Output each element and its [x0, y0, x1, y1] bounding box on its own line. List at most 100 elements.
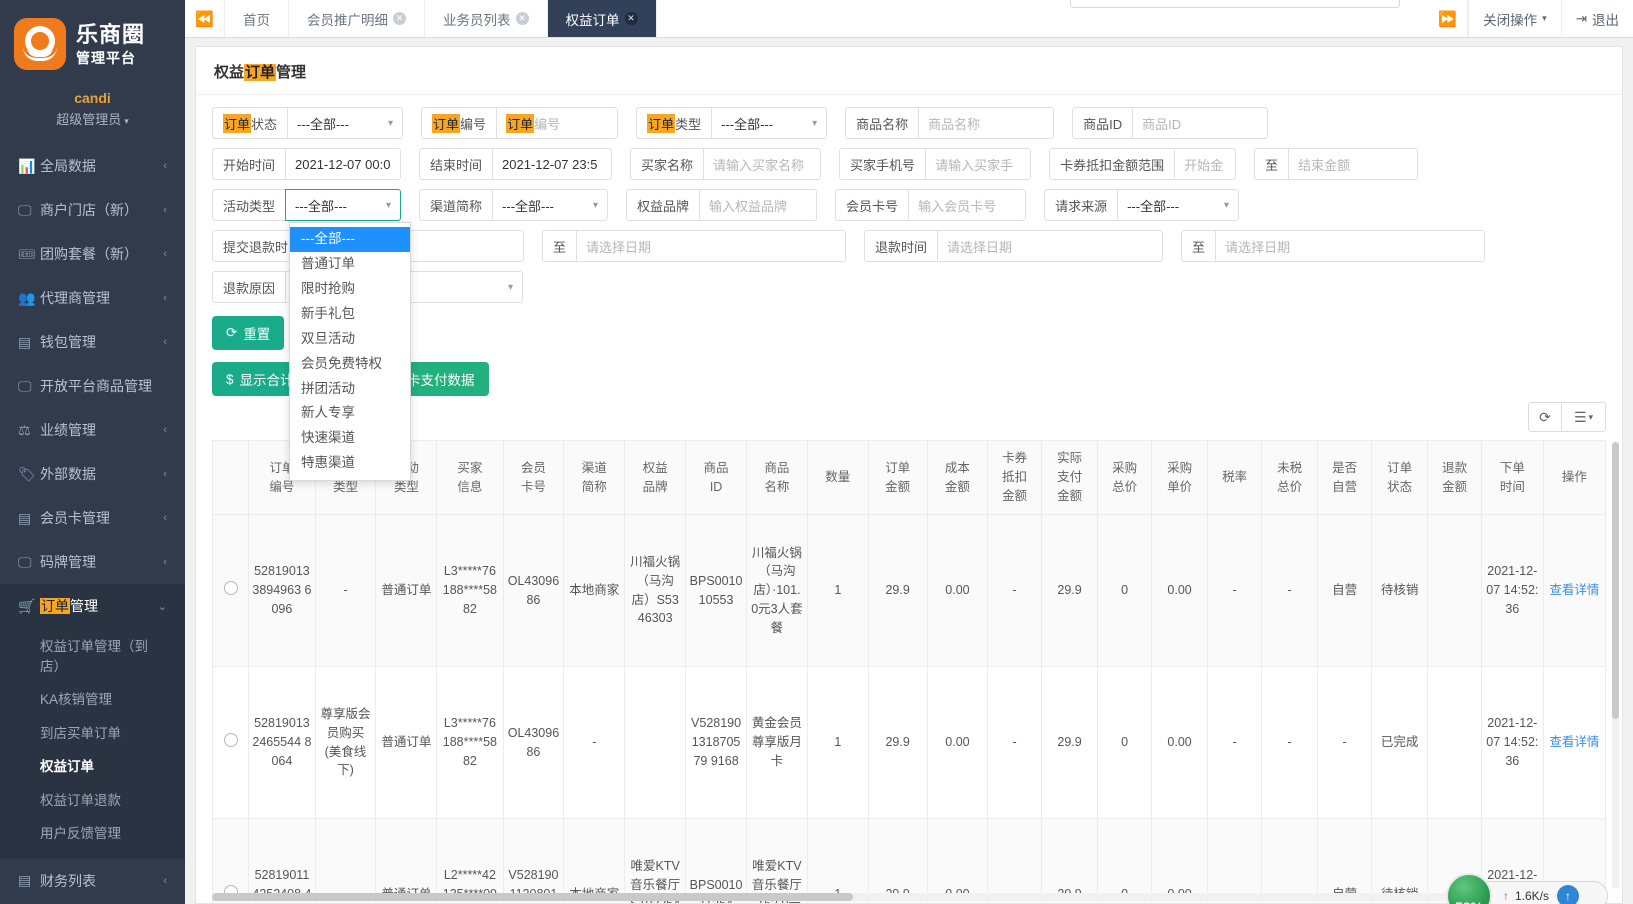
channel-select[interactable]: ---全部--- ▾	[492, 189, 609, 221]
dropdown-option-8[interactable]: 快速渠道	[290, 426, 410, 451]
refund-time-end-input[interactable]: 请选择日期	[1215, 230, 1486, 262]
row-radio[interactable]	[223, 580, 238, 595]
close-icon[interactable]: ✕	[624, 12, 638, 25]
sidebar-item-7[interactable]: 🏷 外部数据 ‹	[0, 452, 185, 496]
table-refresh-button[interactable]: ⟳	[1528, 402, 1562, 432]
filter-request-source[interactable]: 请求来源 ---全部--- ▾	[1044, 189, 1240, 221]
filter-product-name[interactable]: 商品名称 商品名称	[845, 107, 1055, 139]
user-role[interactable]: 超级管理员 ▾	[0, 109, 185, 128]
table-row[interactable]: 528190132465544 8064 尊享版会员购买(美食线下) 普通订单 L3*…	[211, 666, 1607, 819]
order-type-select[interactable]: ---全部--- ▾	[711, 107, 828, 139]
cell-select[interactable]	[211, 818, 250, 903]
submenu-item-1[interactable]: KA核销管理	[0, 683, 185, 717]
sidebar-item-label: 团购套餐（新）	[40, 246, 138, 262]
vertical-scrollbar[interactable]	[1612, 442, 1619, 889]
activity-type-select[interactable]: ---全部--- ▾	[285, 189, 402, 221]
sidebar-item-1[interactable]: 🖵 商户门店（新） ‹	[0, 188, 185, 232]
dropdown-option-9[interactable]: 特惠渠道	[290, 451, 410, 476]
filter-member-card-no[interactable]: 会员卡号 输入会员卡号	[835, 189, 1027, 221]
tab-0[interactable]: 首页	[225, 0, 289, 37]
filter-coupon-amount-start[interactable]: 卡券抵扣金额范围 开始金	[1049, 148, 1237, 180]
network-monitor-widget[interactable]: 58% ↑ 1.6K/s ↑	[1445, 873, 1608, 904]
activity-type-dropdown[interactable]: ---全部--- 普通订单 限时抢购 新手礼包 双旦活动 会员免费特权 拼团活动 新人专享 快速…	[289, 222, 411, 482]
tab-1[interactable]: 会员推广明细 ✕	[289, 0, 425, 37]
dropdown-option-6[interactable]: 拼团活动	[290, 377, 410, 402]
logout-button[interactable]: ⇥ 退出	[1560, 0, 1633, 37]
cell-action[interactable]: 查看详情	[1542, 666, 1607, 819]
dropdown-option-3[interactable]: 新手礼包	[290, 302, 410, 327]
view-detail-link[interactable]: 查看详情	[1549, 735, 1599, 749]
product-name-input[interactable]: 商品名称	[918, 107, 1055, 139]
filter-order-number[interactable]: 订单 编号 订单 编号	[421, 107, 619, 139]
filter-product-id[interactable]: 商品ID 商品ID	[1072, 107, 1269, 139]
sidebar-item-3[interactable]: 👥 代理商管理 ‹	[0, 276, 185, 320]
rights-brand-input[interactable]: 输入权益品牌	[699, 189, 818, 221]
tab-2[interactable]: 业务员列表 ✕	[425, 0, 548, 37]
user-box[interactable]: candi 超级管理员 ▾	[0, 88, 185, 144]
submenu-item-0[interactable]: 权益订单管理（到店）	[0, 630, 185, 683]
sidebar-item-5[interactable]: 🖵 开放平台商品管理	[0, 364, 185, 408]
chevron-double-left-icon[interactable]: ⏪	[185, 0, 225, 37]
filter-coupon-amount-end[interactable]: 至 结束金额	[1254, 148, 1419, 180]
submenu-item-5[interactable]: 用户反馈管理	[0, 817, 185, 851]
table-row[interactable]: 528190133894963 6096- 普通订单 L3*****76 188**…	[211, 514, 1607, 667]
filter-rights-brand[interactable]: 权益品牌 输入权益品牌	[626, 189, 818, 221]
dropdown-option-5[interactable]: 会员免费特权	[290, 352, 410, 377]
table-row[interactable]: 528190114252408 4224-普通订单L2*****42 135**…	[211, 818, 1607, 903]
close-operations-menu[interactable]: 关闭操作 ▾	[1468, 0, 1561, 37]
product-id-input[interactable]: 商品ID	[1132, 107, 1269, 139]
sidebar-item-4[interactable]: ▤ 钱包管理 ‹	[0, 320, 185, 364]
row-radio[interactable]	[223, 732, 238, 747]
horizontal-scrollbar[interactable]	[212, 893, 1606, 901]
sidebar-item-0[interactable]: 📊 全局数据 ‹	[0, 144, 185, 188]
chevron-double-right-icon[interactable]: ⏩	[1428, 0, 1469, 37]
dropdown-option-0[interactable]: ---全部---	[290, 227, 410, 252]
dropdown-option-1[interactable]: 普通订单	[290, 252, 410, 277]
filter-refund-time-end[interactable]: 至 请选择日期	[1181, 230, 1486, 262]
cell-select[interactable]	[211, 666, 250, 819]
refund-time-input[interactable]: 请选择日期	[937, 230, 1164, 262]
end-time-input[interactable]: 2021-12-07 23:5	[492, 148, 613, 180]
filter-channel[interactable]: 渠道简称 ---全部--- ▾	[419, 189, 609, 221]
table-columns-button[interactable]: ☰ ▾	[1562, 402, 1606, 432]
filter-start-time[interactable]: 开始时间 2021-12-07 00:0	[212, 148, 402, 180]
filter-order-status[interactable]: 订单 状态 ---全部--- ▾	[212, 107, 404, 139]
dropdown-option-7[interactable]: 新人专享	[290, 401, 410, 426]
start-time-input[interactable]: 2021-12-07 00:0	[285, 148, 402, 180]
close-icon[interactable]: ✕	[393, 12, 406, 25]
reset-button[interactable]: ⟳ 重置	[212, 316, 285, 350]
coupon-amount-end-input[interactable]: 结束金额	[1288, 148, 1419, 180]
view-detail-link[interactable]: 查看详情	[1549, 583, 1599, 597]
cell-select[interactable]	[211, 514, 250, 667]
buyer-phone-input[interactable]: 请输入买家手	[925, 148, 1032, 180]
sidebar-item-2[interactable]: 🎟 团购套餐（新） ‹	[0, 232, 185, 276]
submenu-item-3[interactable]: 权益订单	[0, 750, 185, 784]
filter-refund-time[interactable]: 退款时间 请选择日期	[864, 230, 1164, 262]
request-source-select[interactable]: ---全部--- ▾	[1117, 189, 1240, 221]
member-card-no-input[interactable]: 输入会员卡号	[908, 189, 1027, 221]
order-status-select[interactable]: ---全部--- ▾	[287, 107, 404, 139]
filter-buyer-name[interactable]: 买家名称 请输入买家名称	[630, 148, 822, 180]
sidebar-item-6[interactable]: ⚖ 业绩管理 ‹	[0, 408, 185, 452]
dropdown-option-2[interactable]: 限时抢购	[290, 277, 410, 302]
filter-order-type[interactable]: 订单 类型 ---全部--- ▾	[636, 107, 828, 139]
dropdown-option-4[interactable]: 双旦活动	[290, 327, 410, 352]
sidebar-item-partial[interactable]: ▤ 财务列表 ‹	[0, 859, 185, 903]
sidebar-item-9[interactable]: 🖵 码牌管理 ‹	[0, 540, 185, 584]
filter-activity-type[interactable]: 活动类型 ---全部--- ▾ ---全部--- 普通订单 限时抢购 新手礼包 双旦活动会…	[212, 189, 411, 482]
sidebar-item-label: 业绩管理	[40, 422, 96, 438]
coupon-amount-start-input[interactable]: 开始金	[1174, 148, 1237, 180]
refund-submit-time-end-input[interactable]: 请选择日期	[576, 230, 847, 262]
filter-buyer-phone[interactable]: 买家手机号 请输入买家手	[839, 148, 1032, 180]
close-icon[interactable]: ✕	[515, 12, 529, 25]
submenu-item-4[interactable]: 权益订单退款	[0, 784, 185, 818]
tab-3[interactable]: 权益订单 ✕	[547, 0, 657, 37]
sidebar-item-orders[interactable]: 🛒 订单管理 ⌄	[0, 584, 185, 628]
cell-action[interactable]: 查看详情	[1542, 514, 1607, 667]
submenu-item-2[interactable]: 到店买单订单	[0, 717, 185, 751]
filter-refund-submit-time-end[interactable]: 至 请选择日期	[542, 230, 847, 262]
sidebar-item-8[interactable]: ▤ 会员卡管理 ‹	[0, 496, 185, 540]
order-number-input[interactable]: 订单 编号	[496, 107, 619, 139]
buyer-name-input[interactable]: 请输入买家名称	[703, 148, 822, 180]
filter-end-time[interactable]: 结束时间 2021-12-07 23:5	[419, 148, 613, 180]
